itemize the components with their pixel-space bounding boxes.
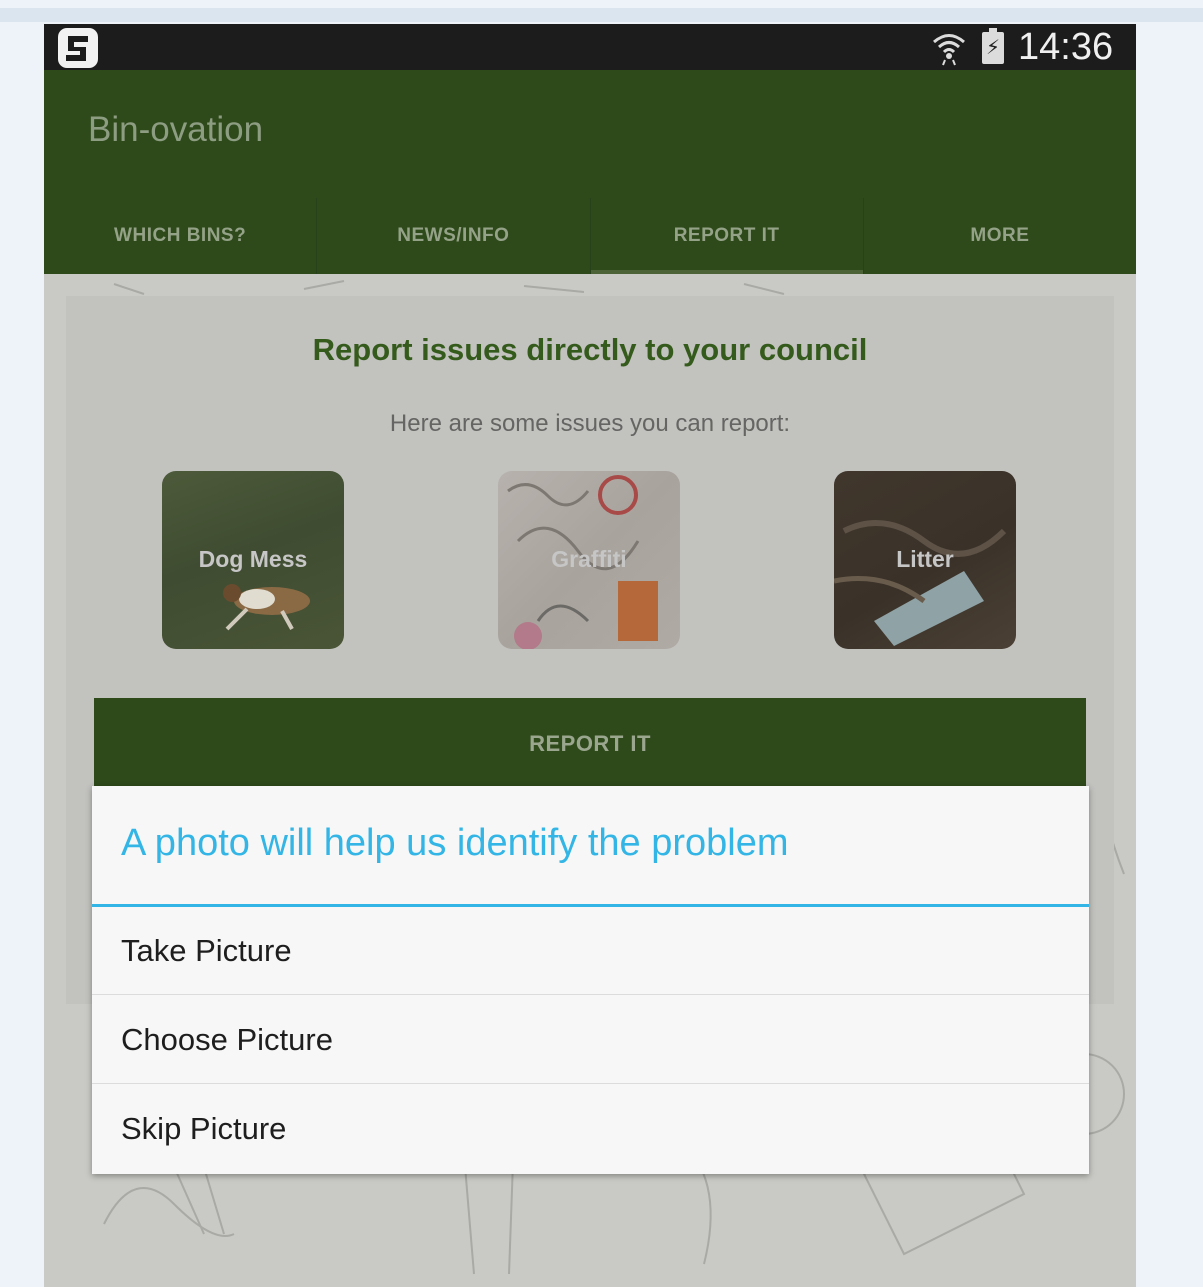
device-screen: ⚡ 14:36 Bin-ovation WHICH BINS? NEWS/INF… xyxy=(44,24,1136,1287)
browser-top-rule xyxy=(0,8,1203,22)
tab-bar: WHICH BINS? NEWS/INFO REPORT IT MORE xyxy=(44,198,1136,274)
app-bar: Bin-ovation WHICH BINS? NEWS/INFO REPORT… xyxy=(44,70,1136,274)
app-title: Bin-ovation xyxy=(88,110,264,149)
tab-report-it[interactable]: REPORT IT xyxy=(590,198,864,274)
dialog-title: A photo will help us identify the proble… xyxy=(121,822,789,864)
photo-dialog: A photo will help us identify the proble… xyxy=(92,786,1089,1174)
issue-label-dog-mess: Dog Mess xyxy=(198,546,308,572)
issue-tile-dog-mess[interactable]: Dog Mess xyxy=(162,471,344,649)
issue-label-graffiti: Graffiti xyxy=(551,546,627,572)
status-clock: 14:36 xyxy=(1018,26,1114,68)
skip-picture-option[interactable]: Skip Picture xyxy=(92,1085,1089,1173)
battery-charging-icon: ⚡ xyxy=(982,28,1004,64)
issue-label-litter: Litter xyxy=(896,546,954,572)
report-subheading: Here are some issues you can report: xyxy=(389,410,791,437)
issue-tile-litter[interactable]: Litter xyxy=(834,471,1016,649)
take-picture-option[interactable]: Take Picture xyxy=(92,907,1089,995)
report-heading: Report issues directly to your council xyxy=(312,332,868,367)
tab-more[interactable]: MORE xyxy=(864,198,1136,274)
status-bar: ⚡ 14:36 xyxy=(44,24,1136,70)
charging-bolt-glyph: ⚡ xyxy=(985,37,1001,59)
issue-tile-graffiti[interactable]: Graffiti xyxy=(498,471,680,649)
choose-picture-option[interactable]: Choose Picture xyxy=(92,996,1089,1084)
app-logo-icon xyxy=(58,28,98,68)
report-it-button[interactable]: REPORT IT xyxy=(94,698,1086,790)
tab-which-bins[interactable]: WHICH BINS? xyxy=(44,198,318,274)
tab-news-info[interactable]: NEWS/INFO xyxy=(317,198,591,274)
wifi-icon xyxy=(933,34,965,66)
